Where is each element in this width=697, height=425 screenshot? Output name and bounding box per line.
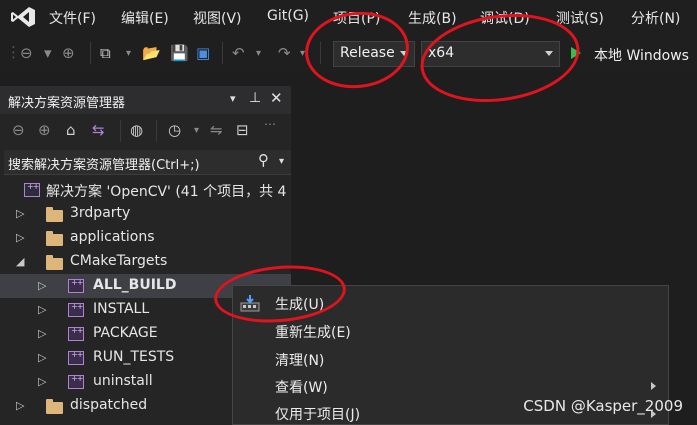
expand-icon[interactable]: ▷ bbox=[16, 231, 24, 244]
folder-icon bbox=[46, 231, 63, 246]
tree-item-label: INSTALL bbox=[93, 301, 150, 317]
tree-item-label: PACKAGE bbox=[93, 325, 158, 341]
panel-options-dropdown-icon[interactable]: ▾ bbox=[230, 92, 236, 105]
expand-icon[interactable]: ▷ bbox=[38, 303, 46, 316]
redo-icon[interactable]: ↷ bbox=[278, 44, 291, 62]
expand-icon[interactable]: ▷ bbox=[16, 399, 24, 412]
context-menu-view[interactable]: 查看(W) bbox=[275, 377, 328, 397]
tree-item-label: 3rdparty bbox=[70, 205, 131, 221]
tree-item-label: CMakeTargets bbox=[70, 253, 168, 269]
filter-dropdown-icon[interactable]: ▾ bbox=[194, 125, 199, 136]
tree-item-label: dispatched bbox=[70, 397, 148, 413]
navigate-back-icon[interactable]: ⊖ bbox=[20, 44, 33, 62]
open-folder-icon[interactable]: 📂 bbox=[142, 44, 161, 62]
more-options-icon[interactable]: ⋯ bbox=[264, 117, 276, 131]
menu-build[interactable]: 生成(B) bbox=[408, 8, 457, 28]
solution-icon bbox=[24, 182, 40, 197]
close-icon[interactable]: ✕ bbox=[270, 89, 283, 107]
save-all-icon[interactable]: ▣ bbox=[196, 44, 210, 62]
toolbar-separator bbox=[156, 120, 157, 142]
toolbar-separator bbox=[120, 120, 121, 142]
context-menu-clean[interactable]: 清理(N) bbox=[275, 350, 324, 370]
search-icon[interactable]: ⚲ bbox=[258, 151, 269, 169]
collapse-all-icon[interactable]: ⊟ bbox=[236, 121, 249, 139]
folder-icon bbox=[46, 255, 63, 270]
menu-edit[interactable]: 编辑(E) bbox=[121, 8, 169, 28]
context-menu-project-only[interactable]: 仅用于项目(J) bbox=[275, 404, 360, 424]
home-icon[interactable]: ⌂ bbox=[66, 121, 76, 139]
sync-with-active-document-icon[interactable]: ⇋ bbox=[210, 121, 223, 139]
folder-icon bbox=[46, 207, 63, 222]
tree-item-label: applications bbox=[70, 229, 155, 245]
toolbar-separator bbox=[222, 42, 223, 64]
new-project-dropdown-icon[interactable]: ▾ bbox=[126, 48, 131, 59]
cpp-project-icon bbox=[68, 350, 84, 365]
back-icon[interactable]: ⊖ bbox=[12, 121, 25, 139]
pending-changes-filter-icon[interactable]: ◷ bbox=[168, 121, 181, 139]
visual-studio-logo-icon[interactable] bbox=[10, 6, 36, 28]
folder-icon bbox=[46, 399, 63, 414]
expand-icon[interactable]: ▷ bbox=[38, 279, 46, 292]
undo-icon[interactable]: ↶ bbox=[232, 44, 245, 62]
undo-dropdown-icon[interactable]: ▾ bbox=[256, 48, 261, 59]
cpp-project-icon bbox=[68, 326, 84, 341]
navigate-forward-dropdown-icon[interactable]: ▾ bbox=[44, 44, 52, 62]
tree-item-label: uninstall bbox=[93, 373, 153, 389]
run-debugger-button[interactable]: 本地 Windows bbox=[594, 45, 689, 65]
menu-file[interactable]: 文件(F) bbox=[49, 8, 96, 28]
expand-icon[interactable]: ▷ bbox=[38, 375, 46, 388]
pin-icon[interactable]: ⊥ bbox=[249, 90, 261, 106]
solution-label: 解决方案 'OpenCV' (41 个项目，共 4 bbox=[46, 184, 287, 200]
toolbar-grip-icon: ⋮ bbox=[6, 43, 21, 61]
submenu-arrow-icon bbox=[651, 382, 656, 390]
cpp-project-icon bbox=[68, 374, 84, 389]
search-input[interactable]: 搜索解决方案资源管理器(Ctrl+;) bbox=[8, 154, 200, 173]
menu-view[interactable]: 视图(V) bbox=[193, 8, 242, 28]
menu-git[interactable]: Git(G) bbox=[267, 8, 309, 24]
forward-icon[interactable]: ⊕ bbox=[38, 121, 51, 139]
watermark-text: CSDN @Kasper_2009 bbox=[523, 397, 683, 415]
tree-row[interactable] bbox=[0, 202, 291, 226]
tree-item-label: RUN_TESTS bbox=[93, 349, 175, 365]
cpp-project-icon bbox=[68, 302, 84, 317]
new-project-icon[interactable]: ⧉ bbox=[100, 44, 111, 62]
menu-analyze[interactable]: 分析(N) bbox=[631, 8, 680, 28]
expand-icon[interactable]: ▷ bbox=[16, 207, 24, 220]
solution-explorer-title: 解决方案资源管理器 bbox=[8, 96, 126, 111]
context-menu-rebuild[interactable]: 重新生成(E) bbox=[275, 322, 351, 342]
search-options-dropdown-icon[interactable]: ▾ bbox=[279, 156, 284, 167]
expand-icon[interactable]: ▷ bbox=[38, 351, 46, 364]
expand-icon[interactable]: ▷ bbox=[38, 327, 46, 340]
collapse-icon[interactable]: ◢ bbox=[16, 255, 24, 268]
save-icon[interactable]: 💾 bbox=[170, 44, 189, 62]
tree-item-label: ALL_BUILD bbox=[93, 277, 177, 293]
toolbar-separator bbox=[90, 42, 91, 64]
navigate-forward-icon[interactable]: ⊕ bbox=[62, 44, 75, 62]
cpp-project-icon bbox=[68, 278, 84, 293]
show-all-files-icon[interactable]: ◍ bbox=[130, 121, 143, 139]
switch-views-icon[interactable]: ⇆ bbox=[92, 121, 105, 139]
